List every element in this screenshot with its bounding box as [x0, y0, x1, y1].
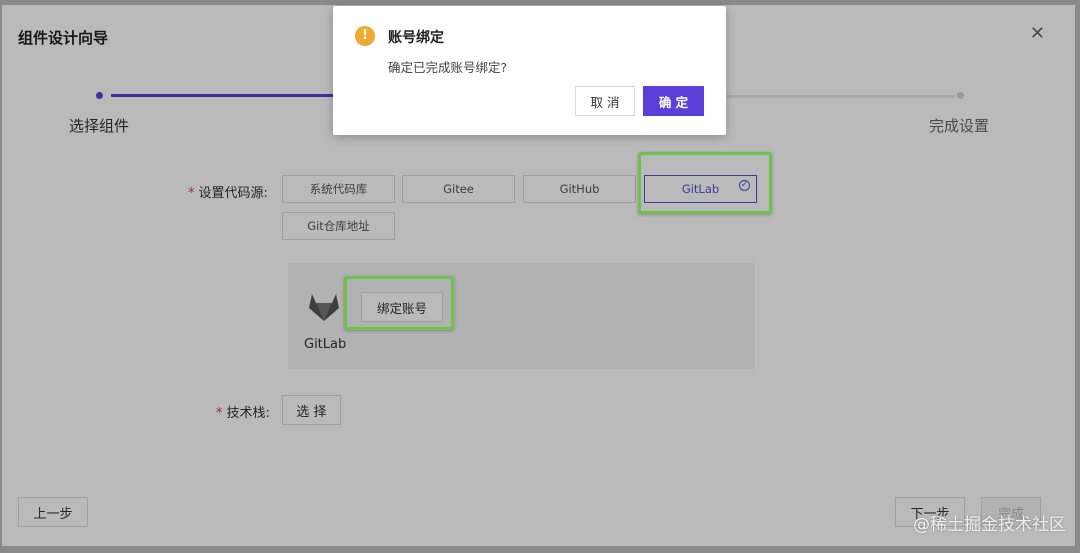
highlight-bind-button — [344, 276, 454, 330]
warning-icon: ! — [355, 26, 375, 46]
dialog-title: 账号绑定 — [388, 30, 444, 46]
dialog-ok-button[interactable]: 确 定 — [643, 86, 704, 116]
dialog-message: 确定已完成账号绑定? — [388, 60, 508, 75]
highlight-gitlab-option — [638, 152, 772, 214]
confirm-dialog: ! 账号绑定 确定已完成账号绑定? 取 消 确 定 — [333, 6, 726, 135]
dialog-cancel-button[interactable]: 取 消 — [575, 86, 635, 116]
watermark: @稀土掘金技术社区 — [913, 515, 1066, 535]
